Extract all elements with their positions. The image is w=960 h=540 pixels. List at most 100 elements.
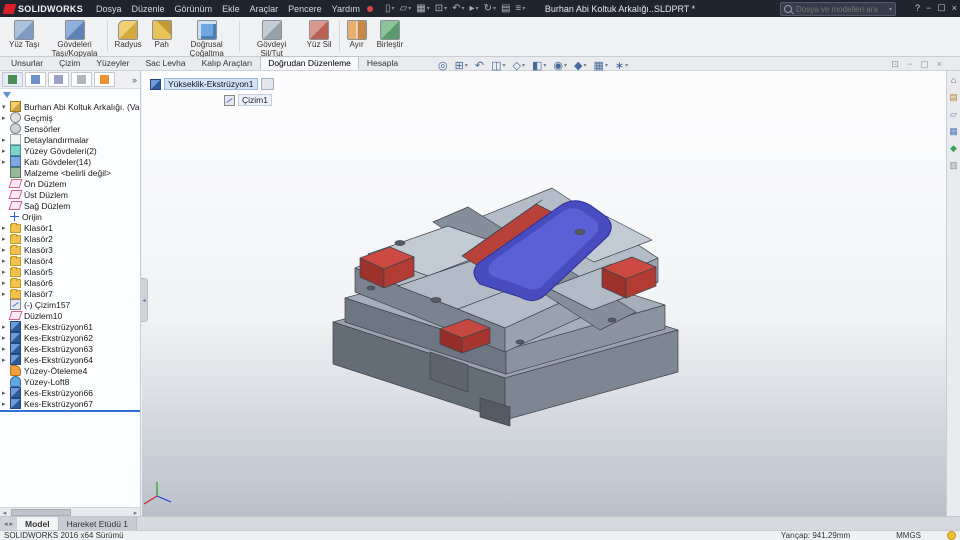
breadcrumb-sub-feature[interactable]: Çizim1 bbox=[238, 94, 272, 106]
edit-appearance-icon[interactable]: ◆ ▾ bbox=[572, 59, 588, 72]
search-dropdown-caret-icon[interactable]: ▾ bbox=[889, 6, 892, 13]
ribbon-button-y-z-ta[interactable]: Yüz Taşı bbox=[4, 17, 45, 56]
ribbon-button-ay-r[interactable]: Ayır bbox=[342, 17, 372, 56]
configurationmanager-tab[interactable] bbox=[48, 72, 69, 87]
tab-scroll-left-icon[interactable]: ◂ bbox=[4, 520, 8, 528]
expand-arrow-icon[interactable]: ▸ bbox=[2, 389, 10, 397]
expand-arrow-icon[interactable]: ▸ bbox=[2, 235, 10, 243]
expand-arrow-icon[interactable]: ▸ bbox=[2, 224, 10, 232]
graphics-area[interactable]: Yükseklik-Ekstrüzyon1 Çizim1 bbox=[142, 71, 946, 517]
expand-arrow-icon[interactable]: ▸ bbox=[2, 345, 10, 353]
status-units[interactable]: MMGS bbox=[896, 531, 921, 540]
tab-scroll-right-icon[interactable]: ▸ bbox=[10, 520, 14, 528]
tree-item-malzeme-belirli-de-il[interactable]: Malzeme <belirli değil> bbox=[0, 167, 140, 178]
tree-item-kes-ekstr-zyon64[interactable]: ▸ Kes-Ekstrüzyon64 bbox=[0, 354, 140, 365]
tree-item-klas-r6[interactable]: ▸ Klasör6 bbox=[0, 277, 140, 288]
ribbon-button-birle-tir[interactable]: Birleştir bbox=[372, 17, 409, 56]
file-explorer-icon[interactable]: ▱ bbox=[950, 110, 957, 119]
expand-arrow-icon[interactable]: ▸ bbox=[2, 268, 10, 276]
zoom-fit-icon[interactable]: ◎ bbox=[436, 59, 450, 72]
tree-item-kat-g-vdeler-14[interactable]: ▸ Katı Gövdeler(14) bbox=[0, 156, 140, 167]
tab-unsurlar[interactable]: Unsurlar bbox=[3, 56, 51, 70]
tree-item-izim157[interactable]: (-) Çizim157 bbox=[0, 299, 140, 310]
expand-arrow-icon[interactable]: ▸ bbox=[2, 114, 10, 122]
breadcrumb-feature[interactable]: Yükseklik-Ekstrüzyon1 bbox=[164, 78, 258, 90]
save-icon[interactable]: ▦ ▾ bbox=[414, 3, 431, 14]
expand-arrow-icon[interactable]: ▸ bbox=[2, 323, 10, 331]
select-icon[interactable]: ▸ ▾ bbox=[468, 3, 481, 14]
tree-item-kes-ekstr-zyon61[interactable]: ▸ Kes-Ekstrüzyon61 bbox=[0, 321, 140, 332]
ribbon-button-do-rusal-o-altma[interactable]: Doğrusal Çoğaltma▾ bbox=[177, 17, 237, 65]
undo-icon[interactable]: ↶ ▾ bbox=[450, 3, 466, 14]
tab-do-rudan-d-zenleme[interactable]: Doğrudan Düzenleme bbox=[260, 56, 359, 70]
resources-status-icon[interactable] bbox=[947, 531, 956, 540]
menu-ekle[interactable]: Ekle bbox=[217, 2, 245, 16]
menu-ara-lar[interactable]: Araçlar bbox=[245, 2, 284, 16]
tab-sac-levha[interactable]: Sac Levha bbox=[137, 56, 193, 70]
expand-arrow-icon[interactable]: ▸ bbox=[2, 279, 10, 287]
doc-close-button[interactable]: × bbox=[937, 59, 942, 70]
options-icon[interactable]: ≡ ▾ bbox=[513, 3, 527, 14]
restore-button[interactable]: ▢ bbox=[937, 2, 946, 13]
search-box[interactable]: ▾ bbox=[780, 2, 896, 16]
tree-item-kes-ekstr-zyon63[interactable]: ▸ Kes-Ekstrüzyon63 bbox=[0, 343, 140, 354]
tree-item-klas-r5[interactable]: ▸ Klasör5 bbox=[0, 266, 140, 277]
featuremanager-design-tree-tab[interactable] bbox=[2, 72, 23, 87]
tree-item-kes-ekstr-zyon62[interactable]: ▸ Kes-Ekstrüzyon62 bbox=[0, 332, 140, 343]
tree-item-sens-rler[interactable]: Sensörler bbox=[0, 123, 140, 134]
doc-restore-button[interactable]: ⊡ bbox=[891, 59, 899, 70]
panel-expand-arrow[interactable]: » bbox=[132, 75, 137, 85]
dimxpertmanager-tab[interactable] bbox=[71, 72, 92, 87]
tree-item-sa-d-zlem[interactable]: Sağ Düzlem bbox=[0, 200, 140, 211]
ribbon-button-g-vdeyi-sil-tut[interactable]: Gövdeyi Sil/Tut bbox=[242, 17, 302, 58]
tree-item-kes-ekstr-zyon67[interactable]: ▸ Kes-Ekstrüzyon67 bbox=[0, 398, 140, 409]
tab-kal-p-ara-lar[interactable]: Kalıp Araçları bbox=[194, 56, 261, 70]
doc-maximize-button[interactable]: ▢ bbox=[920, 59, 929, 70]
hide-show-items-icon[interactable]: ◉ ▾ bbox=[551, 59, 569, 72]
apply-scene-icon[interactable]: ▦ ▾ bbox=[592, 59, 610, 72]
ribbon-button-pah[interactable]: Pah bbox=[147, 17, 177, 56]
section-view-icon[interactable]: ◫ ▾ bbox=[489, 59, 507, 72]
new-document-icon[interactable]: ▯ ▾ bbox=[383, 3, 397, 14]
file-properties-icon[interactable]: ▤ bbox=[499, 3, 512, 14]
expand-arrow-icon[interactable]: ▸ bbox=[2, 136, 10, 144]
propertymanager-tab[interactable] bbox=[25, 72, 46, 87]
view-settings-icon[interactable]: ∗ ▾ bbox=[613, 59, 630, 72]
tree-item-ge-mi[interactable]: ▸ Geçmiş bbox=[0, 112, 140, 123]
doc-minimize-button[interactable]: − bbox=[907, 59, 912, 70]
tree-item-orijin[interactable]: Orijin bbox=[0, 211, 140, 222]
expand-arrow-icon[interactable]: ▸ bbox=[2, 257, 10, 265]
tree-item-klas-r7[interactable]: ▸ Klasör7 bbox=[0, 288, 140, 299]
expand-arrow-icon[interactable]: ▸ bbox=[2, 246, 10, 254]
expand-arrow-icon[interactable]: ▸ bbox=[2, 158, 10, 166]
expand-arrow-icon[interactable]: ▸ bbox=[2, 290, 10, 298]
tab-izim[interactable]: Çizim bbox=[51, 56, 88, 70]
ribbon-button-g-vdeleri-ta-kopyala[interactable]: Gövdeleri Taşı/Kopyala bbox=[45, 17, 105, 58]
expand-arrow-icon[interactable]: ▸ bbox=[2, 334, 10, 342]
displaymanager-tab[interactable] bbox=[94, 72, 115, 87]
panel-splitter[interactable]: ◂ bbox=[141, 278, 148, 322]
tree-item-y-zey-loft8[interactable]: Yüzey-Loft8 bbox=[0, 376, 140, 387]
tree-item-klas-r3[interactable]: ▸ Klasör3 bbox=[0, 244, 140, 255]
expand-arrow-icon[interactable]: ▸ bbox=[2, 356, 10, 364]
view-palette-icon[interactable]: ▦ bbox=[949, 127, 958, 136]
tree-root-item[interactable]: ▾ Burhan Abi Koltuk Arkalığı. (Varsayıla… bbox=[0, 101, 140, 112]
display-style-icon[interactable]: ◧ ▾ bbox=[530, 59, 548, 72]
tree-item-st-d-zlem[interactable]: Üst Düzlem bbox=[0, 189, 140, 200]
open-document-icon[interactable]: ▱ ▾ bbox=[398, 3, 414, 14]
menu-g-r-n-m[interactable]: Görünüm bbox=[170, 2, 218, 16]
rebuild-icon[interactable]: ↻ ▾ bbox=[482, 3, 498, 14]
rollback-bar[interactable] bbox=[0, 410, 140, 412]
ribbon-button-y-z-sil[interactable]: Yüz Sil bbox=[302, 17, 337, 56]
bottom-tab-hareket-et-d-1[interactable]: Hareket Etüdü 1 bbox=[58, 517, 138, 530]
ribbon-button-radyus[interactable]: Radyus bbox=[110, 17, 147, 56]
menu-d-zenle[interactable]: Düzenle bbox=[127, 2, 170, 16]
previous-view-icon[interactable]: ↶ bbox=[473, 59, 486, 72]
expand-arrow-icon[interactable]: ▸ bbox=[2, 400, 10, 408]
design-library-icon[interactable]: ▤ bbox=[949, 93, 958, 102]
search-input[interactable] bbox=[794, 3, 888, 15]
tree-item-d-zlem10[interactable]: Düzlem10 bbox=[0, 310, 140, 321]
tree-item-kes-ekstr-zyon66[interactable]: ▸ Kes-Ekstrüzyon66 bbox=[0, 387, 140, 398]
tab-hesapla[interactable]: Hesapla bbox=[359, 56, 406, 70]
tree-item-n-d-zlem[interactable]: Ön Düzlem bbox=[0, 178, 140, 189]
